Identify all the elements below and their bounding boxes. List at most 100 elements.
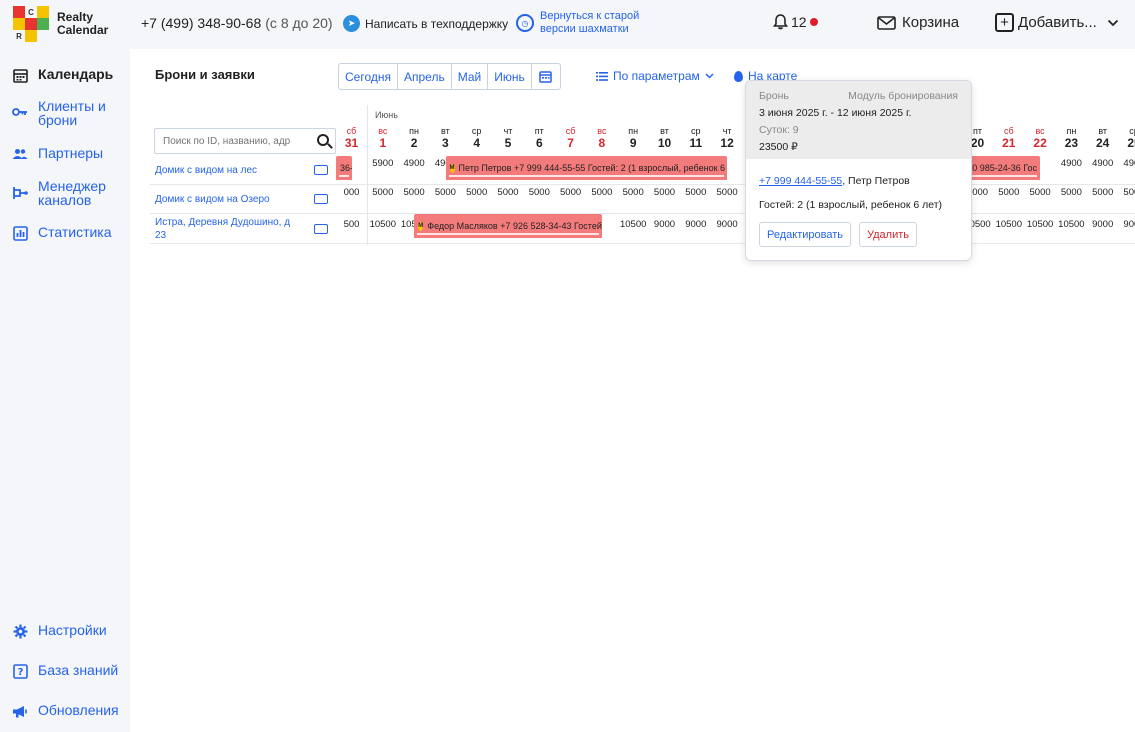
unread-dot	[809, 18, 818, 26]
old-version-link[interactable]: ◷ Вернуться к старой версии шахматки	[516, 10, 639, 36]
date-picker-button[interactable]	[532, 64, 560, 89]
price-cell[interactable]: 5000	[649, 187, 680, 198]
sidebar-item-clients[interactable]: Клиенты и брони	[12, 99, 106, 127]
help-icon: ?	[12, 663, 28, 679]
edit-booking-button[interactable]: Редактировать	[759, 222, 851, 247]
logo[interactable]: C R	[13, 6, 49, 42]
booking-sum: 23500 ₽	[759, 141, 798, 153]
price-cell[interactable]: 5000	[712, 187, 743, 198]
june-button[interactable]: Июнь	[488, 64, 532, 89]
booking-bar[interactable]: M Петр Петров +7 999 444-55-55 Гостей: 2 …	[445, 156, 728, 182]
support-link[interactable]: ➤ Написать в техподдержку	[343, 15, 508, 32]
history-icon: ◷	[516, 14, 534, 32]
booking-bar[interactable]: 36-	[336, 156, 352, 182]
sidebar-item-settings[interactable]: Настройки	[12, 623, 107, 639]
price-cell[interactable]: 9000	[680, 219, 711, 230]
price-cell[interactable]: 4900	[1056, 158, 1087, 169]
day-header: чт 5	[503, 126, 513, 150]
bell-icon	[773, 14, 788, 30]
price-cell[interactable]: 5900	[367, 158, 398, 169]
cart-button[interactable]: Корзина	[877, 14, 959, 31]
price-cell[interactable]: 5000	[1087, 187, 1118, 198]
period-nav: Сегодня Апрель Май Июнь	[338, 63, 561, 90]
notifications-button[interactable]: 12	[773, 14, 818, 30]
price-cell[interactable]: 000	[336, 187, 367, 198]
day-header: ср25	[1127, 126, 1135, 150]
price-cell[interactable]: 5000	[1119, 187, 1135, 198]
filter-dropdown[interactable]: По параметрам	[596, 69, 714, 83]
add-dropdown[interactable]: + Добавить...	[995, 13, 1119, 32]
search-input[interactable]	[163, 135, 308, 147]
booking-nights: Суток: 9	[759, 124, 799, 136]
price-cell[interactable]: 500	[336, 219, 367, 230]
price-cell[interactable]: 10500	[1056, 219, 1087, 230]
object-name-link[interactable]: Домик с видом на Озеро	[155, 193, 270, 206]
price-cell[interactable]: 5000	[993, 187, 1024, 198]
price-cell[interactable]: 5000	[430, 187, 461, 198]
booking-source-icon: M	[449, 163, 455, 173]
object-name-link[interactable]: Истра, Деревня Дудошино, д 23	[155, 216, 290, 242]
day-header: сб 21	[1002, 126, 1016, 150]
sidebar-item-updates[interactable]: Обновления	[12, 703, 119, 719]
sidebar-item-channel-manager[interactable]: Менеджер каналов	[12, 179, 106, 207]
sidebar-item-knowledge-base[interactable]: ? База знаний	[12, 663, 118, 679]
price-cell[interactable]: 5000	[618, 187, 649, 198]
may-button[interactable]: Май	[452, 64, 489, 89]
booking-bar[interactable]: M Федор Масляков +7 926 528-34-43 Гостей:…	[414, 214, 603, 240]
price-cell[interactable]: 5000	[680, 187, 711, 198]
price-cell[interactable]: 10500	[367, 219, 398, 230]
today-button[interactable]: Сегодня	[339, 64, 398, 89]
price-cell[interactable]: 10500	[618, 219, 649, 230]
price-cell[interactable]: 9000	[649, 219, 680, 230]
price-cell[interactable]: 5000	[1056, 187, 1087, 198]
support-phone[interactable]: +7 (499) 348-90-68 (с 8 до 20)	[141, 15, 333, 31]
april-button[interactable]: Апрель	[398, 64, 452, 89]
day-header: пн 9	[628, 126, 639, 150]
booking-popover: Бронь Модуль бронирования 3 июня 2025 г.…	[745, 80, 972, 261]
day-header: чт 12	[720, 126, 734, 150]
booking-dates: 3 июня 2025 г. - 12 июня 2025 г.	[759, 107, 912, 119]
object-name-link[interactable]: Домик с видом на лес	[155, 164, 257, 177]
day-header: вт 10	[657, 126, 672, 150]
page-title: Брони и заявки	[155, 67, 255, 82]
booking-source-icon: M	[418, 221, 424, 231]
day-header: сб 31	[344, 126, 359, 150]
price-cell[interactable]: 10500	[1025, 219, 1056, 230]
mail-icon[interactable]	[314, 165, 328, 175]
price-cell[interactable]: 5000	[1025, 187, 1056, 198]
top-header: C R Realty Calendar +7 (499) 348-90-68 (с…	[0, 0, 1135, 49]
day-header: пн 2	[409, 126, 420, 150]
day-header: ср 11	[689, 126, 703, 150]
mail-icon[interactable]	[314, 194, 328, 204]
sidebar-item-calendar[interactable]: Календарь	[12, 67, 113, 83]
chevron-down-icon	[705, 73, 714, 79]
price-cell[interactable]: 9000	[712, 219, 743, 230]
month-label: Июнь	[375, 110, 398, 120]
price-cell[interactable]: 4900	[1087, 158, 1118, 169]
search-icon[interactable]	[317, 134, 329, 146]
mail-icon[interactable]	[314, 224, 328, 234]
channels-icon	[12, 185, 28, 201]
price-cell[interactable]: 5000	[399, 187, 430, 198]
price-cell[interactable]: 5000	[586, 187, 617, 198]
price-cell[interactable]: 5000	[555, 187, 586, 198]
search-field[interactable]	[154, 128, 336, 154]
gear-icon	[12, 623, 28, 639]
sidebar-item-partners[interactable]: Партнеры	[12, 146, 103, 162]
price-cell[interactable]: 9000	[1087, 219, 1118, 230]
day-header: вс 1	[378, 126, 388, 150]
notifications-count: 12	[791, 14, 807, 30]
price-cell[interactable]: 10500	[993, 219, 1024, 230]
guest-phone-link[interactable]: +7 999 444-55-55	[759, 175, 842, 187]
sidebar-item-statistics[interactable]: Статистика	[12, 225, 112, 241]
price-cell[interactable]: 5000	[524, 187, 555, 198]
booking-bar[interactable]: 0 985-24-36 Гос	[968, 156, 1041, 182]
price-cell[interactable]: 9000	[1119, 219, 1135, 230]
price-cell[interactable]: 5000	[493, 187, 524, 198]
price-cell[interactable]: 4900	[1119, 158, 1135, 169]
delete-booking-button[interactable]: Удалить	[859, 222, 917, 247]
day-header: сб 7	[565, 126, 576, 150]
price-cell[interactable]: 5000	[367, 187, 398, 198]
price-cell[interactable]: 4900	[399, 158, 430, 169]
price-cell[interactable]: 5000	[461, 187, 492, 198]
